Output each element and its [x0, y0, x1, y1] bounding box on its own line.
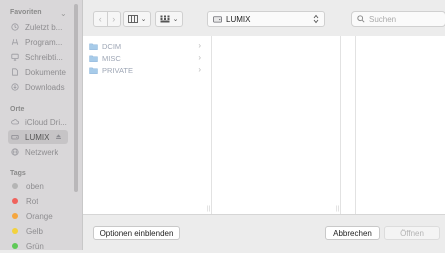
back-button[interactable]: ‹	[94, 12, 107, 26]
up-down-arrows-icon	[313, 14, 319, 24]
sidebar-item-label: Rot	[26, 196, 39, 206]
chevron-down-icon: ⌄	[140, 16, 147, 23]
sidebar-item-label: Netzwerk	[25, 147, 59, 157]
location-label: LUMIX	[226, 14, 251, 24]
browser-column-3[interactable]	[341, 36, 356, 214]
sidebar-item-label: Dokumente	[25, 67, 66, 77]
column-resize-handle[interactable]: ||	[336, 206, 340, 212]
search-input[interactable]	[369, 14, 439, 24]
sidebar: Favoriten ⌄ Zuletzt b... Program... Schr…	[0, 0, 83, 253]
tag-dot	[12, 183, 18, 189]
chevron-right-icon: ›	[198, 41, 201, 50]
sidebar-item-lumix[interactable]: LUMIX	[8, 130, 68, 144]
drive-icon	[11, 135, 19, 140]
open-button[interactable]: Öffnen	[384, 226, 440, 240]
chevron-left-icon: ‹	[98, 14, 102, 24]
applications-icon	[11, 39, 19, 45]
browser-column-2[interactable]: ||	[212, 36, 341, 214]
tags-section-title: Tags	[10, 170, 26, 177]
tag-dot	[12, 213, 18, 219]
sidebar-item-downloads[interactable]: Downloads	[8, 80, 68, 94]
location-popup[interactable]: LUMIX	[207, 11, 325, 27]
globe-icon	[11, 148, 19, 156]
sidebar-item-tag-oben[interactable]: oben	[8, 179, 68, 193]
sidebar-item-label: oben	[26, 181, 44, 191]
sidebar-item-desktop[interactable]: Schreibti...	[8, 50, 68, 64]
places-section-title: Orte	[10, 106, 25, 113]
show-options-button[interactable]: Optionen einblenden	[93, 226, 180, 240]
sidebar-item-icloud-drive[interactable]: iCloud Dri...	[8, 115, 68, 129]
file-label: MISC	[102, 53, 121, 63]
file-browser: ‹ › ⌄ ⌄ LUMIX DCIM › MISC	[83, 0, 445, 251]
sidebar-item-label: Zuletzt b...	[25, 22, 63, 32]
chevron-right-icon: ›	[112, 14, 116, 24]
dialog-footer: Optionen einblenden Abbrechen Öffnen	[83, 214, 445, 251]
toolbar: ‹ › ⌄ ⌄ LUMIX	[83, 0, 445, 37]
desktop-icon	[11, 53, 19, 61]
sidebar-item-label: Grün	[26, 241, 44, 251]
search-field[interactable]	[351, 11, 445, 27]
sidebar-item-label: Downloads	[25, 82, 65, 92]
tag-dot	[12, 228, 18, 234]
grid-icon	[160, 15, 170, 23]
sidebar-item-documents[interactable]: Dokumente	[8, 65, 68, 79]
chevron-right-icon: ›	[198, 65, 201, 74]
chevron-down-icon: ⌄	[172, 16, 179, 23]
favorites-section-title: Favoriten	[10, 9, 42, 16]
group-button[interactable]: ⌄	[155, 11, 183, 27]
browser-column-4[interactable]	[356, 36, 445, 214]
navigation-buttons: ‹ ›	[93, 11, 121, 27]
clock-icon	[11, 23, 19, 31]
column-resize-handle[interactable]: ||	[207, 206, 211, 212]
list-item-private[interactable]: PRIVATE ›	[89, 64, 205, 76]
sidebar-item-label: Program...	[25, 37, 63, 47]
document-icon	[12, 68, 18, 76]
file-label: DCIM	[102, 41, 122, 51]
sidebar-item-label: iCloud Dri...	[25, 117, 67, 127]
sidebar-item-label: Orange	[26, 211, 53, 221]
sidebar-item-network[interactable]: Netzwerk	[8, 145, 68, 159]
sidebar-item-label: Schreibti...	[25, 52, 63, 62]
sidebar-item-label: Gelb	[26, 226, 43, 236]
columns-icon	[127, 15, 138, 23]
sidebar-item-tag-green[interactable]: Grün	[8, 239, 68, 253]
sidebar-item-applications[interactable]: Program...	[8, 35, 68, 49]
eject-icon[interactable]	[55, 133, 62, 140]
folder-icon	[89, 43, 98, 50]
sidebar-item-tag-orange[interactable]: Orange	[8, 209, 68, 223]
tag-dot	[12, 243, 18, 249]
sidebar-scrollbar[interactable]	[74, 4, 78, 192]
sidebar-item-tag-red[interactable]: Rot	[8, 194, 68, 208]
chevron-right-icon: ›	[198, 53, 201, 62]
chevron-down-icon[interactable]: ⌄	[60, 9, 67, 18]
download-icon	[11, 83, 19, 91]
sidebar-item-label: LUMIX	[25, 132, 50, 142]
folder-icon	[89, 55, 98, 62]
tag-dot	[12, 198, 18, 204]
browser-column-1[interactable]: DCIM › MISC › PRIVATE › ||	[83, 36, 212, 214]
forward-button[interactable]: ›	[106, 12, 121, 26]
list-item-dcim[interactable]: DCIM ›	[89, 40, 205, 52]
sidebar-item-tag-yellow[interactable]: Gelb	[8, 224, 68, 238]
cancel-button[interactable]: Abbrechen	[325, 226, 380, 240]
search-icon	[357, 15, 365, 23]
folder-icon	[89, 67, 98, 74]
cloud-icon	[11, 119, 19, 125]
list-item-misc[interactable]: MISC ›	[89, 52, 205, 64]
drive-icon	[213, 16, 222, 23]
file-label: PRIVATE	[102, 65, 133, 75]
column-view-button[interactable]: ⌄	[123, 11, 151, 27]
sidebar-item-recents[interactable]: Zuletzt b...	[8, 20, 68, 34]
